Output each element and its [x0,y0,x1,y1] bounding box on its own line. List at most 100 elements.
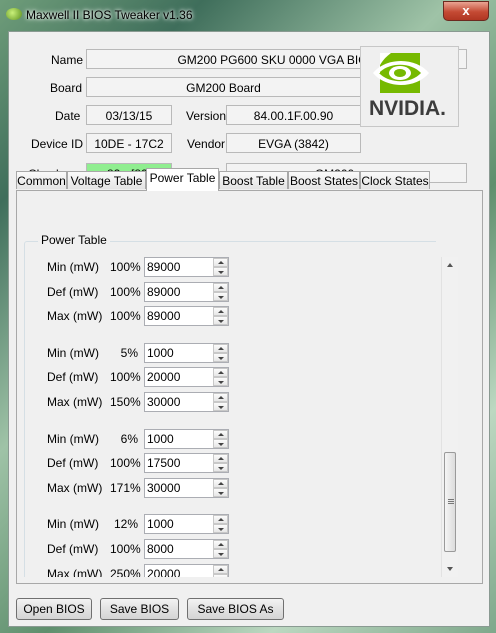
spin-up-button[interactable] [213,540,228,549]
tab-power-table[interactable]: Power Table [146,168,219,191]
date-field[interactable]: 03/13/15 [86,105,172,125]
date-label: Date [55,109,81,123]
spin-value[interactable]: 1000 [147,346,174,360]
power-value-spinbox[interactable]: 1000 [144,428,229,449]
spin-up-button[interactable] [213,368,228,378]
power-value-spinbox[interactable]: 30000 [144,392,229,412]
spin-down-icon [218,553,224,556]
power-value-spinbox[interactable]: 1000 [144,342,229,363]
scroll-down-button[interactable] [442,561,458,577]
spin-value[interactable]: 20000 [147,370,180,384]
spin-down-icon [218,528,224,532]
power-value-spinbox[interactable]: 30000 [144,477,229,498]
window-title: Maxwell II BIOS Tweaker v1.36 [26,8,193,22]
row-percent: 100% [110,284,141,299]
power-value-spinbox[interactable]: 1000 [144,514,229,535]
spin-value[interactable]: 30000 [147,481,180,495]
version-field[interactable]: 84.00.1F.00.90 [226,105,361,125]
spin-up-button[interactable] [213,454,228,464]
spin-down-button[interactable] [213,352,228,362]
spin-down-button[interactable] [213,402,228,411]
title-bar[interactable]: Maxwell II BIOS Tweaker v1.36 x [0,0,496,28]
spin-up-icon [218,518,224,522]
tab-boost-states[interactable]: Boost States [288,171,360,189]
spin-buttons [213,540,228,558]
spin-value[interactable]: 89000 [147,260,180,274]
spin-down-icon [218,467,224,471]
board-field[interactable]: GM200 Board [86,77,361,97]
power-row: Min (mW) 5% 1000 [24,342,424,365]
spin-down-button[interactable] [213,267,228,276]
open-bios-button[interactable]: Open BIOS [16,598,92,620]
grip-line [448,499,454,500]
spin-down-button[interactable] [213,316,228,326]
save-bios-button[interactable]: Save BIOS [100,598,179,620]
spin-down-icon [218,491,224,495]
spin-up-button[interactable] [213,564,228,574]
power-value-spinbox[interactable]: 89000 [144,306,229,327]
spin-buttons [213,478,228,497]
spin-up-button[interactable] [213,515,228,525]
row-label: Max (mW) [47,480,103,495]
spin-up-icon [218,567,224,571]
spin-up-button[interactable] [213,393,228,402]
power-row: Max (mW) 250% 20000 [24,563,424,577]
spin-value[interactable]: 89000 [147,309,180,323]
power-value-spinbox[interactable]: 89000 [144,257,229,277]
row-label: Max (mW) [47,566,103,577]
spin-value[interactable]: 89000 [147,285,180,299]
row-label: Min (mW) [47,345,99,360]
scroll-thumb[interactable] [444,452,456,552]
power-value-spinbox[interactable]: 8000 [144,539,229,559]
spin-up-icon [218,481,224,485]
spin-down-icon [218,442,224,446]
spin-up-icon [218,346,224,350]
spin-down-button[interactable] [213,291,228,301]
spin-up-button[interactable] [213,478,228,488]
tab-common[interactable]: Common [16,171,67,189]
spin-up-icon [218,543,224,546]
vertical-scrollbar[interactable] [441,257,458,577]
spin-up-button[interactable] [213,307,228,317]
device-id-field[interactable]: 10DE - 17C2 [86,133,172,153]
power-value-spinbox[interactable]: 17500 [144,453,229,474]
tab-voltage-table[interactable]: Voltage Table [67,171,146,189]
spin-buttons [213,343,228,362]
spin-down-button[interactable] [213,438,228,448]
spin-value[interactable]: 20000 [147,567,180,577]
scroll-up-button[interactable] [442,257,458,273]
power-row: Max (mW) 150% 30000 [24,392,424,414]
row-percent: 100% [110,370,141,385]
scroll-up-icon [447,263,453,267]
spin-down-button[interactable] [213,549,228,558]
spin-up-icon [218,457,224,461]
save-bios-as-button[interactable]: Save BIOS As [187,598,284,620]
spin-down-button[interactable] [213,524,228,534]
tab-boost-table[interactable]: Boost Table [219,171,288,189]
power-value-spinbox[interactable]: 89000 [144,281,229,302]
vendor-field[interactable]: EVGA (3842) [226,133,361,153]
spin-down-button[interactable] [213,487,228,497]
spin-up-icon [218,396,224,399]
spin-value[interactable]: 1000 [147,517,174,531]
grip-line [448,503,454,504]
spin-up-icon [218,285,224,289]
spin-down-button[interactable] [213,573,228,577]
spin-value[interactable]: 8000 [147,542,174,556]
tab-clock-states[interactable]: Clock States [360,171,430,189]
spin-down-button[interactable] [213,463,228,473]
spin-up-button[interactable] [213,429,228,439]
spin-up-button[interactable] [213,282,228,292]
spin-up-button[interactable] [213,343,228,353]
spin-up-icon [218,310,224,314]
power-value-spinbox[interactable]: 20000 [144,367,229,388]
power-value-spinbox[interactable]: 20000 [144,563,229,577]
spin-value[interactable]: 1000 [147,432,174,446]
spin-down-button[interactable] [213,377,228,387]
row-percent: 5% [120,345,138,360]
spin-up-button[interactable] [213,258,228,267]
close-button[interactable]: x [443,1,489,21]
spin-value[interactable]: 30000 [147,395,180,409]
spin-up-icon [218,432,224,436]
spin-value[interactable]: 17500 [147,456,180,470]
